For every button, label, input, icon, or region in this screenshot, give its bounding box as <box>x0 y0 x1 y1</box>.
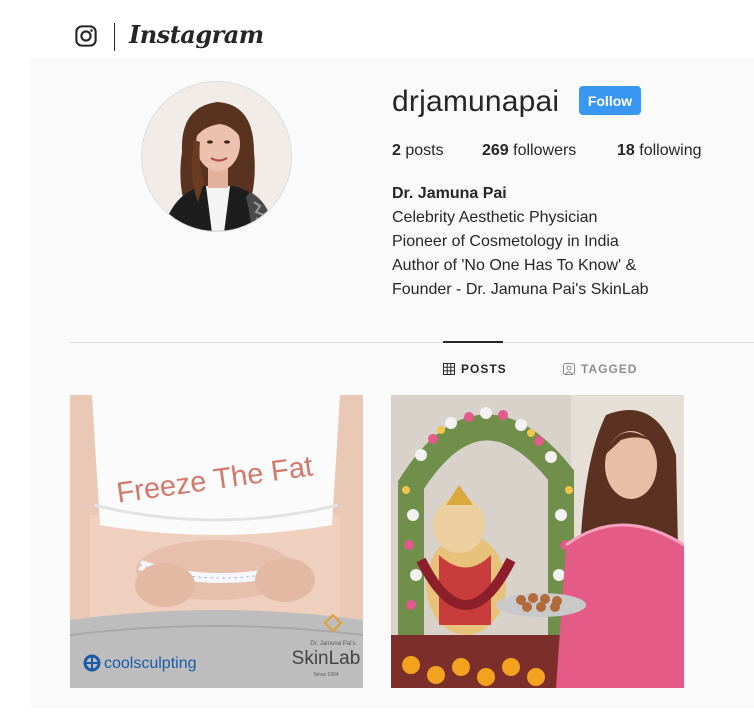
tab-posts-label: POSTS <box>461 362 507 376</box>
grid-icon <box>443 363 455 375</box>
bio-line: Founder - Dr. Jamuna Pai's SkinLab <box>392 281 649 298</box>
following-count: 18 <box>617 142 635 159</box>
brand-skinlab-small: Dr. Jamuna Pai's <box>310 641 355 647</box>
stat-posts[interactable]: 2 posts <box>392 142 444 160</box>
brand-skinlab-since: Since 1994 <box>313 672 338 678</box>
tagged-icon <box>563 363 575 375</box>
profile-avatar[interactable] <box>141 81 292 232</box>
following-label: following <box>639 142 702 159</box>
tab-tagged-label: TAGGED <box>581 362 638 376</box>
photo-icon <box>391 395 684 688</box>
brand-coolsculpting: coolsculpting <box>104 655 197 672</box>
bio-line: Celebrity Aesthetic Physician <box>392 209 598 226</box>
followers-label: followers <box>513 142 577 159</box>
post-image: Freeze The Fat coolsculpting Dr. Jamuna … <box>70 395 363 688</box>
stat-following[interactable]: 18 following <box>617 142 702 160</box>
bio-line: Author of 'No One Has To Know' & <box>392 257 637 274</box>
instagram-camera-icon[interactable] <box>75 25 97 47</box>
tabs-divider <box>70 342 754 343</box>
bio-line: Pioneer of Cosmetology in India <box>392 233 619 250</box>
active-tab-indicator <box>443 341 503 343</box>
profile-bio: Dr. Jamuna Pai Celebrity Aesthetic Physi… <box>392 182 649 302</box>
logo-divider <box>114 23 115 51</box>
tab-posts[interactable]: POSTS <box>443 362 507 376</box>
avatar-photo <box>142 82 291 231</box>
followers-count: 269 <box>482 142 509 159</box>
posts-label: posts <box>405 142 444 159</box>
posts-count: 2 <box>392 142 401 159</box>
stat-followers[interactable]: 269 followers <box>482 142 576 160</box>
bio-full-name: Dr. Jamuna Pai <box>392 185 507 202</box>
tab-tagged[interactable]: TAGGED <box>563 362 637 376</box>
brand-skinlab: SkinLab <box>292 648 361 669</box>
follow-button[interactable]: Follow <box>579 86 641 115</box>
profile-username: drjamunapai <box>392 85 560 118</box>
coolsculpting-logo-icon <box>83 654 101 672</box>
instagram-wordmark[interactable]: Instagram <box>129 20 264 49</box>
post-thumbnail[interactable]: Freeze The Fat coolsculpting Dr. Jamuna … <box>70 395 363 688</box>
post-thumbnail[interactable] <box>391 395 684 688</box>
